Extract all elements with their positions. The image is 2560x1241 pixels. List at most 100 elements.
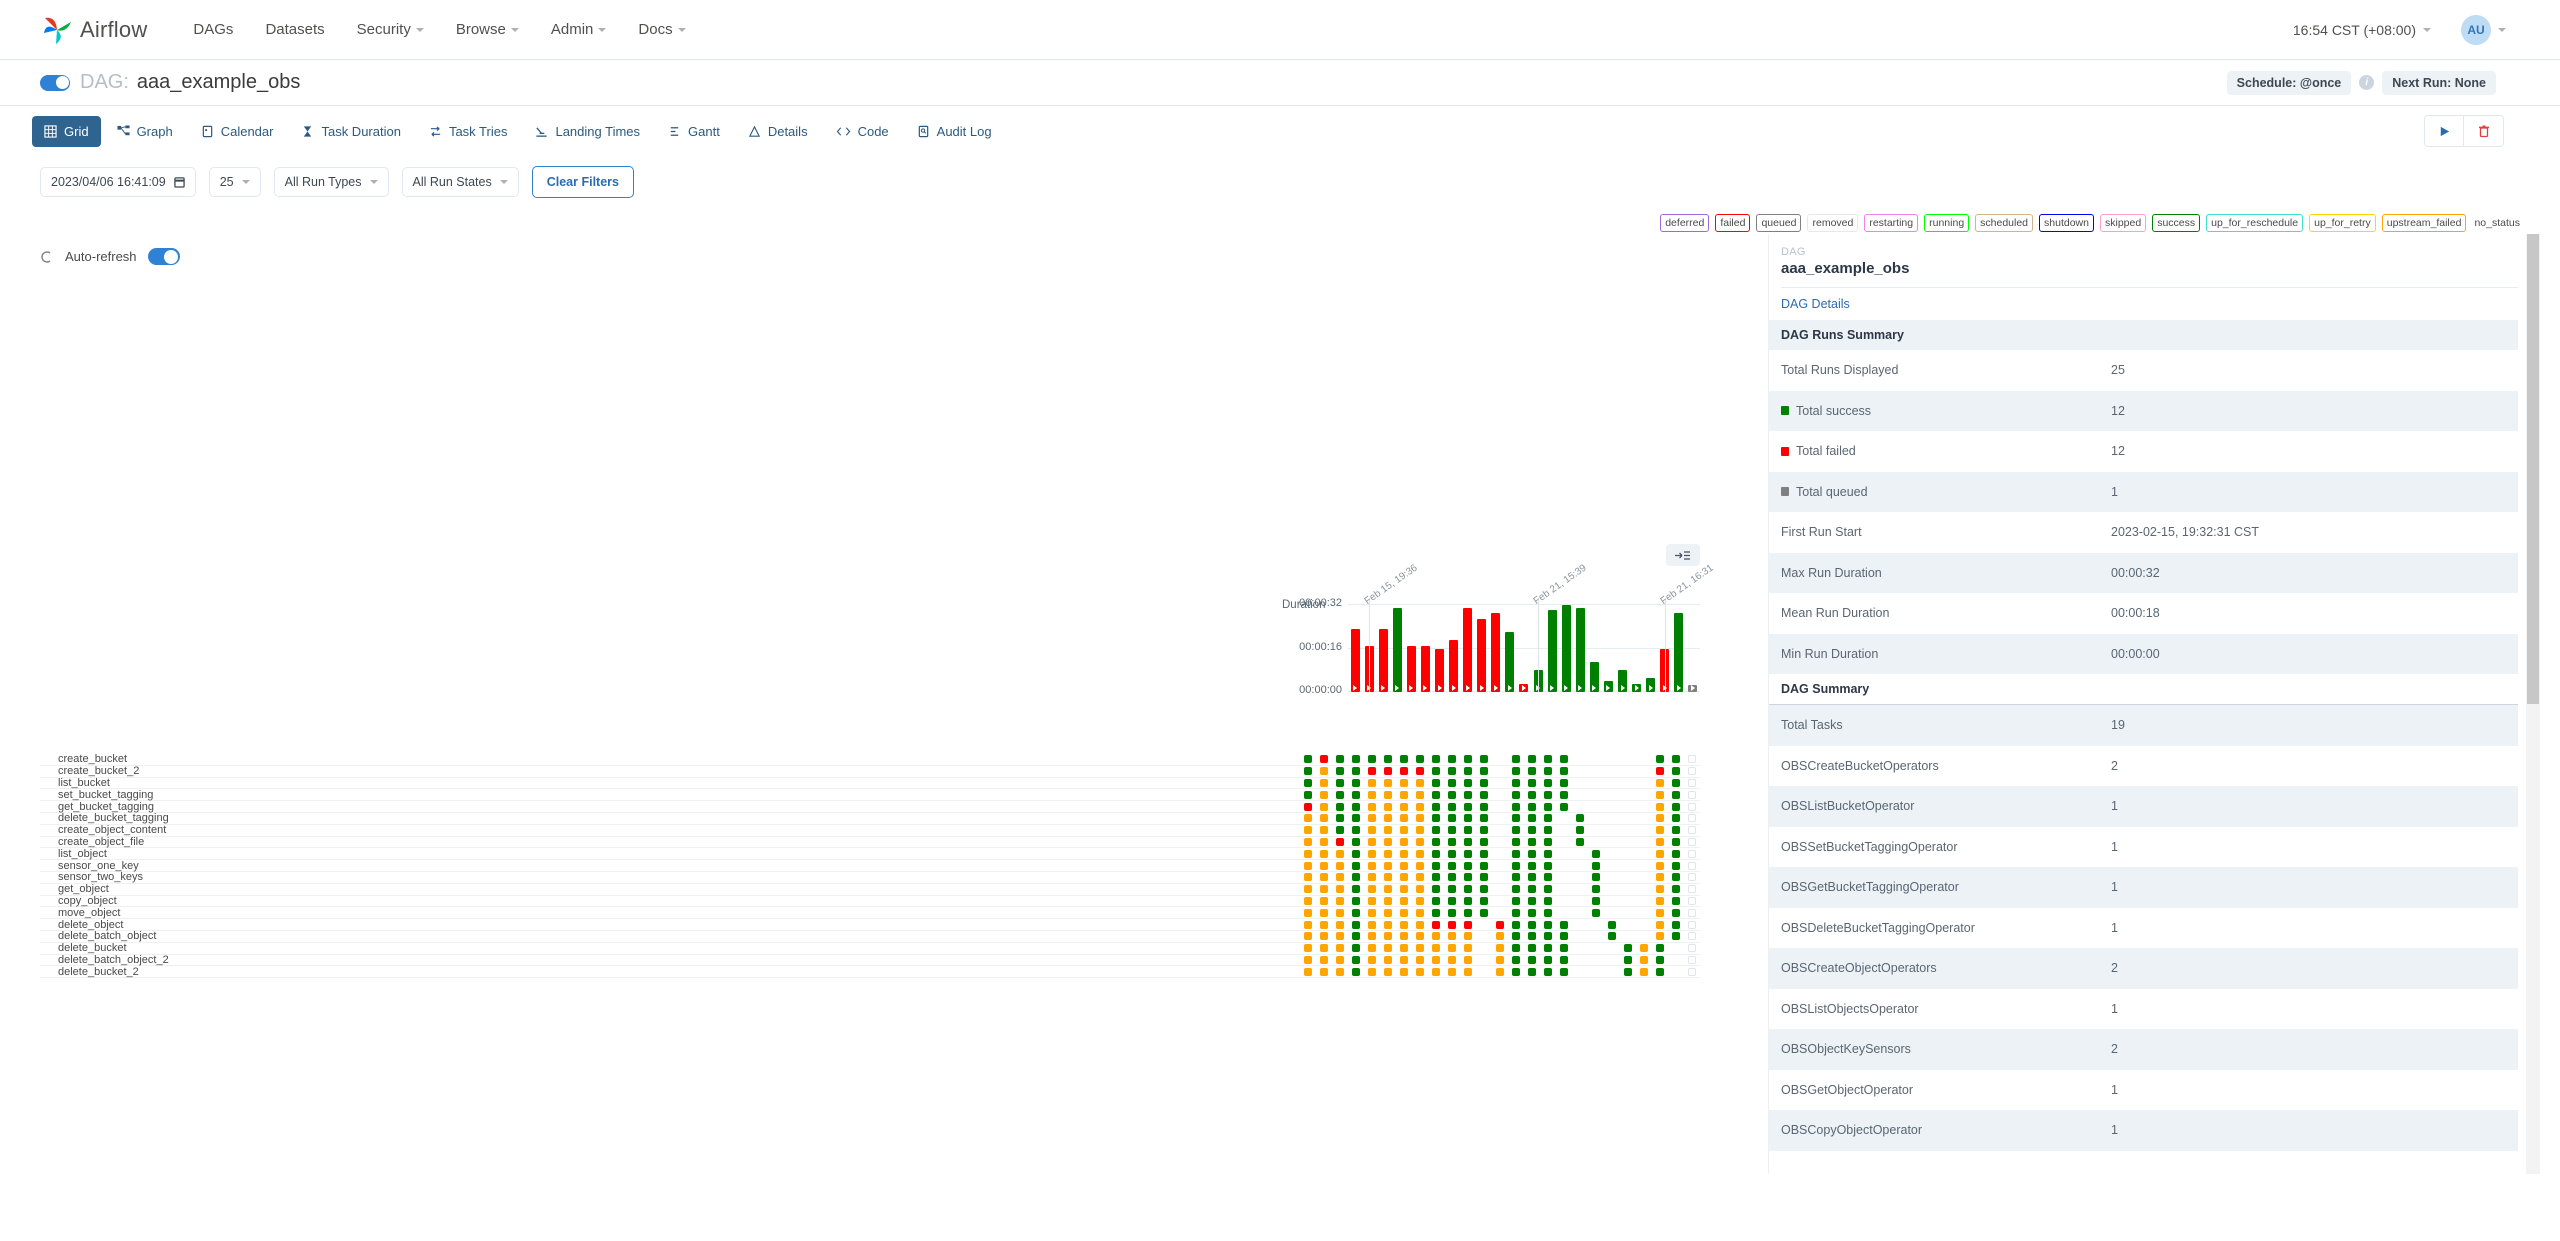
task-instance-cell-wrap[interactable] xyxy=(1636,814,1652,822)
task-instance-cell-wrap[interactable] xyxy=(1380,955,1396,964)
task-instance-cell[interactable] xyxy=(1320,885,1328,894)
task-instance-cell-wrap[interactable] xyxy=(1684,837,1700,846)
task-instance-cell-wrap[interactable] xyxy=(1364,885,1380,894)
task-instance-cell[interactable] xyxy=(1384,755,1392,764)
duration-bar[interactable] xyxy=(1575,607,1585,692)
task-instance-cell[interactable] xyxy=(1592,896,1600,905)
duration-bar-wrap[interactable] xyxy=(1404,604,1418,692)
task-instance-cell[interactable] xyxy=(1672,826,1680,835)
duration-bar[interactable] xyxy=(1477,618,1487,692)
task-instance-cell[interactable] xyxy=(1400,861,1408,870)
task-instance-cell-wrap[interactable] xyxy=(1300,802,1316,811)
task-instance-cell[interactable] xyxy=(1368,790,1376,799)
task-instance-cell[interactable] xyxy=(1368,837,1376,846)
task-instance-cell-wrap[interactable] xyxy=(1652,778,1668,787)
task-instance-cell-wrap[interactable] xyxy=(1412,967,1428,976)
task-instance-cell[interactable] xyxy=(1560,767,1568,776)
task-instance-cell-wrap[interactable] xyxy=(1668,896,1684,905)
task-instance-cell-wrap[interactable] xyxy=(1524,896,1540,905)
task-instance-cell-wrap[interactable] xyxy=(1540,802,1556,811)
task-instance-cell-wrap[interactable] xyxy=(1348,873,1364,882)
task-instance-cell-wrap[interactable] xyxy=(1684,885,1700,894)
task-instance-cell-wrap[interactable] xyxy=(1428,790,1444,799)
task-instance-cell-wrap[interactable] xyxy=(1460,814,1476,823)
task-instance-cell[interactable] xyxy=(1336,826,1344,835)
dag-pause-toggle[interactable] xyxy=(40,74,70,91)
task-instance-cell-wrap[interactable] xyxy=(1684,896,1700,905)
legend-removed[interactable]: removed xyxy=(1807,214,1859,232)
task-instance-cell[interactable] xyxy=(1304,885,1312,894)
task-instance-cell-wrap[interactable] xyxy=(1364,837,1380,846)
task-instance-cell-wrap[interactable] xyxy=(1444,767,1460,776)
task-instance-cell[interactable] xyxy=(1432,802,1440,811)
task-instance-cell[interactable] xyxy=(1656,849,1664,858)
task-instance-cell[interactable] xyxy=(1384,896,1392,905)
task-instance-cell-wrap[interactable] xyxy=(1460,955,1476,964)
task-instance-cell-wrap[interactable] xyxy=(1492,838,1508,846)
task-instance-cell-wrap[interactable] xyxy=(1652,920,1668,929)
task-instance-cell[interactable] xyxy=(1368,802,1376,811)
task-instance-cell-wrap[interactable] xyxy=(1476,767,1492,776)
task-row[interactable]: sensor_one_key xyxy=(40,860,1700,872)
task-row[interactable]: delete_bucket_tagging xyxy=(40,812,1700,825)
task-instance-cell-wrap[interactable] xyxy=(1508,837,1524,846)
task-instance-cell-wrap[interactable] xyxy=(1316,814,1332,823)
duration-bar-wrap[interactable] xyxy=(1447,604,1461,692)
task-instance-cell-wrap[interactable] xyxy=(1412,755,1428,764)
scrollbar-thumb[interactable] xyxy=(2527,234,2539,704)
legend-shutdown[interactable]: shutdown xyxy=(2039,214,2094,232)
task-instance-cell[interactable] xyxy=(1384,920,1392,929)
task-instance-cell[interactable] xyxy=(1352,932,1360,941)
tab-graph[interactable]: Graph xyxy=(105,116,185,147)
task-instance-cell-wrap[interactable] xyxy=(1540,967,1556,976)
task-instance-cell-wrap[interactable] xyxy=(1572,814,1588,823)
task-instance-cell-wrap[interactable] xyxy=(1636,767,1652,775)
task-row[interactable]: copy_object xyxy=(40,895,1700,908)
task-instance-cell[interactable] xyxy=(1432,767,1440,776)
task-instance-cell[interactable] xyxy=(1336,955,1344,964)
task-instance-cell-wrap[interactable] xyxy=(1636,955,1652,964)
task-instance-cell-wrap[interactable] xyxy=(1620,755,1636,763)
task-instance-cell-wrap[interactable] xyxy=(1652,944,1668,953)
task-instance-cell[interactable] xyxy=(1416,755,1424,764)
task-instance-cell[interactable] xyxy=(1480,896,1488,905)
nav-item-docs[interactable]: Docs xyxy=(638,21,686,38)
task-instance-cell-wrap[interactable] xyxy=(1316,778,1332,787)
task-instance-cell[interactable] xyxy=(1368,908,1376,917)
task-instance-cell[interactable] xyxy=(1320,932,1328,941)
task-instance-cell[interactable] xyxy=(1656,767,1664,776)
task-instance-cell[interactable] xyxy=(1304,955,1312,964)
task-instance-cell[interactable] xyxy=(1320,920,1328,929)
duration-bar-wrap[interactable] xyxy=(1601,604,1615,692)
duration-bar[interactable] xyxy=(1378,629,1388,692)
task-instance-cell-wrap[interactable] xyxy=(1396,920,1412,929)
task-instance-cell[interactable] xyxy=(1448,944,1456,953)
task-instance-cell-wrap[interactable] xyxy=(1604,873,1620,881)
task-instance-cell-wrap[interactable] xyxy=(1556,767,1572,776)
duration-bar-wrap[interactable] xyxy=(1672,604,1686,692)
task-instance-cell-wrap[interactable] xyxy=(1492,791,1508,799)
duration-bar-wrap[interactable] xyxy=(1376,604,1390,692)
task-instance-cell[interactable] xyxy=(1336,767,1344,776)
task-instance-cell[interactable] xyxy=(1544,814,1552,823)
task-instance-cell[interactable] xyxy=(1400,967,1408,976)
task-instance-cell[interactable] xyxy=(1416,861,1424,870)
task-instance-cell[interactable] xyxy=(1656,837,1664,846)
task-instance-cell[interactable] xyxy=(1656,944,1664,953)
task-instance-cell-wrap[interactable] xyxy=(1380,778,1396,787)
task-instance-cell-wrap[interactable] xyxy=(1300,790,1316,799)
task-instance-cell[interactable] xyxy=(1480,849,1488,858)
duration-bar-wrap[interactable] xyxy=(1686,604,1700,692)
task-instance-cell[interactable] xyxy=(1448,814,1456,823)
task-instance-cell[interactable] xyxy=(1464,837,1472,846)
trigger-dag-button[interactable] xyxy=(2424,115,2464,147)
task-instance-cell-wrap[interactable] xyxy=(1668,908,1684,917)
task-instance-cell-wrap[interactable] xyxy=(1492,920,1508,929)
task-instance-cell[interactable] xyxy=(1400,814,1408,823)
task-instance-cell[interactable] xyxy=(1528,778,1536,787)
task-instance-cell[interactable] xyxy=(1320,849,1328,858)
task-instance-cell-wrap[interactable] xyxy=(1316,885,1332,894)
task-instance-cell[interactable] xyxy=(1448,802,1456,811)
task-instance-cell-wrap[interactable] xyxy=(1348,826,1364,835)
task-row[interactable]: get_bucket_tagging xyxy=(40,801,1700,813)
